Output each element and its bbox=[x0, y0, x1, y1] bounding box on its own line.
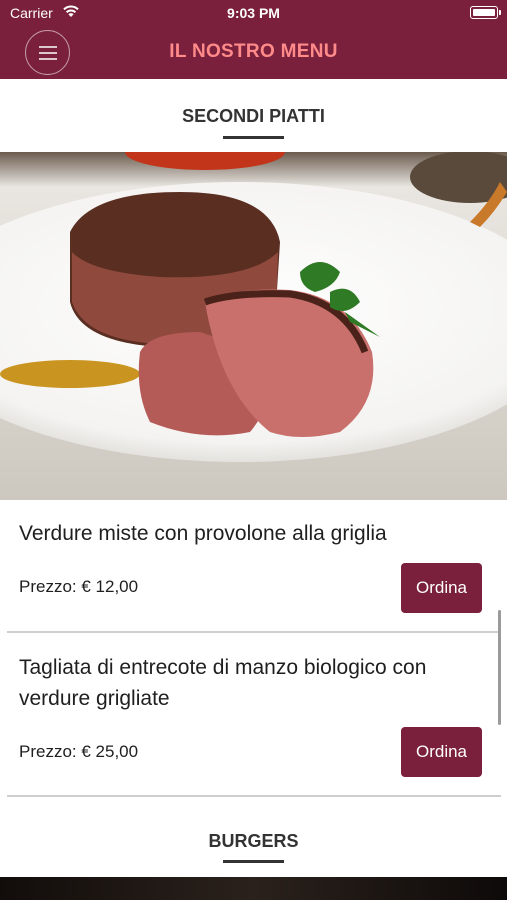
page-title: IL NOSTRO MENU bbox=[169, 41, 338, 62]
navigation-bar: Carrier 9:03 PM IL NOSTRO MENU bbox=[0, 0, 507, 79]
scrollbar[interactable] bbox=[498, 610, 501, 725]
burger-image bbox=[0, 877, 507, 900]
section-title-secondi-piatti: SECONDI PIATTI bbox=[182, 106, 325, 126]
order-button[interactable]: Ordina bbox=[401, 727, 482, 777]
menu-item-title: Tagliata di entrecote di manzo biologico… bbox=[19, 656, 427, 710]
dish-image bbox=[0, 152, 507, 500]
menu-item-price: Prezzo: € 12,00 bbox=[19, 577, 139, 596]
section-underline bbox=[223, 860, 284, 863]
order-button[interactable]: Ordina bbox=[401, 563, 482, 613]
divider bbox=[7, 795, 501, 797]
divider bbox=[7, 631, 501, 633]
menu-item-price: Prezzo: € 25,00 bbox=[19, 742, 139, 761]
menu-item-title: Verdure miste con provolone alla griglia bbox=[19, 522, 387, 545]
status-bar: Carrier 9:03 PM bbox=[0, 0, 507, 26]
battery-icon bbox=[470, 6, 501, 19]
section-underline bbox=[223, 136, 284, 139]
section-title-burgers: BURGERS bbox=[208, 831, 299, 851]
clock: 9:03 PM bbox=[227, 5, 280, 21]
